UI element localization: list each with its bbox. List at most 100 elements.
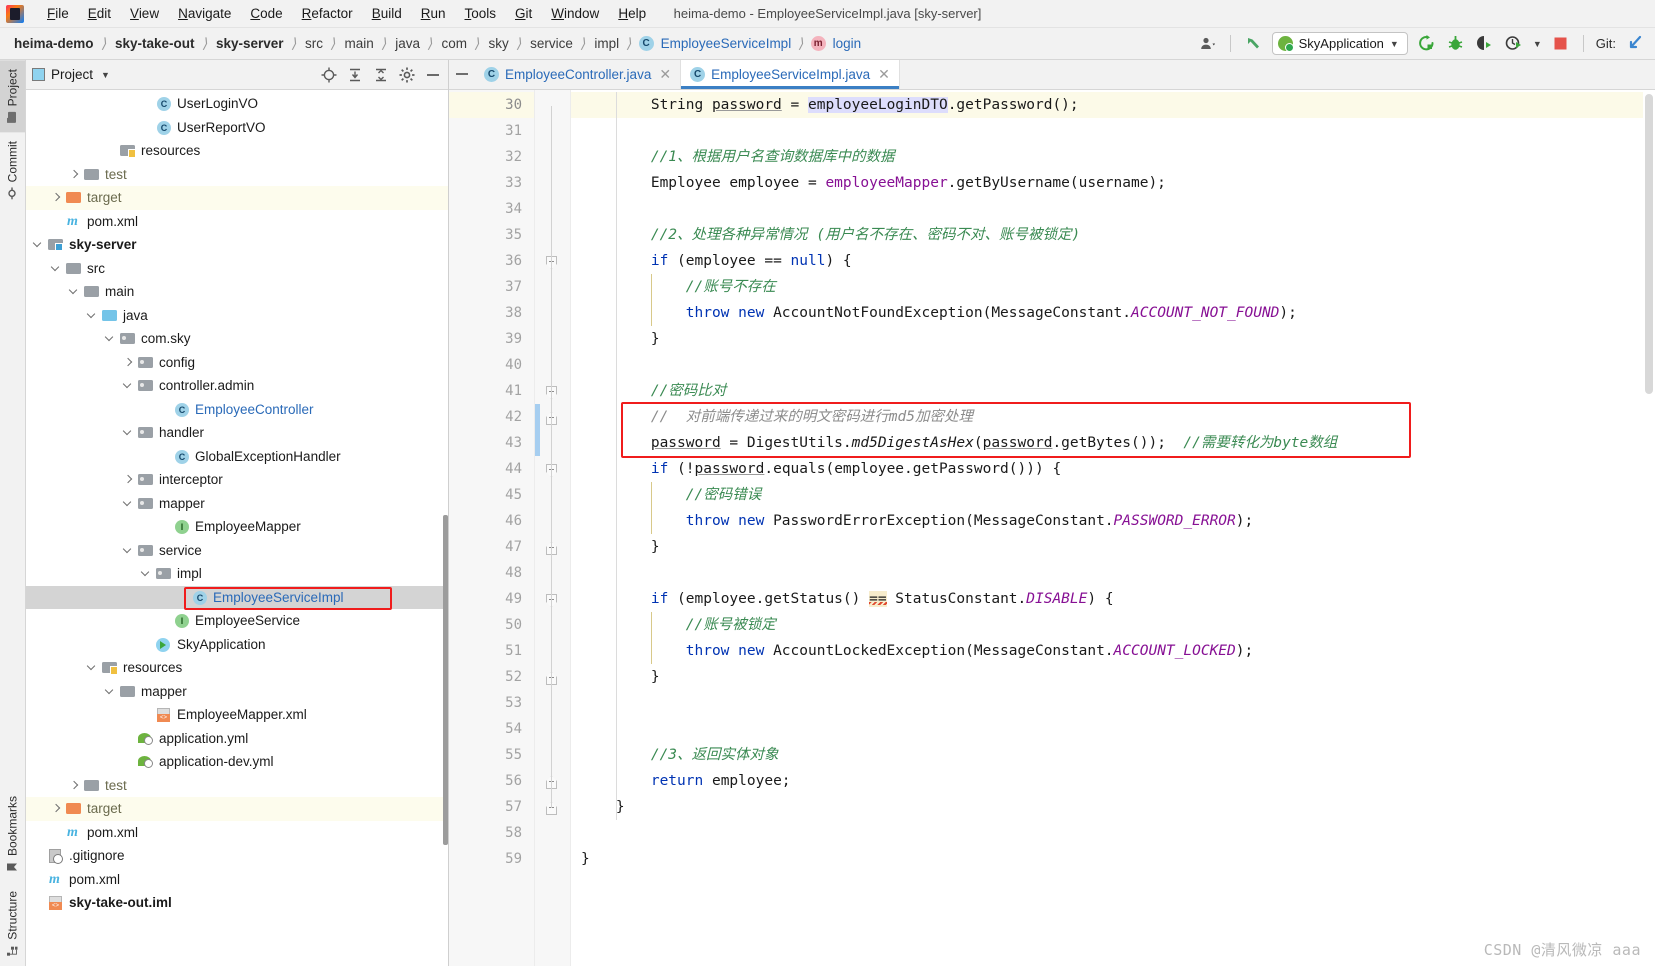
- close-icon[interactable]: ✕: [878, 66, 890, 83]
- scrollbar-thumb[interactable]: [1645, 94, 1653, 394]
- breadcrumb-item-main[interactable]: main: [343, 35, 376, 52]
- fold-row[interactable]: [535, 586, 570, 612]
- fold-row[interactable]: [535, 274, 570, 300]
- fold-row[interactable]: [535, 742, 570, 768]
- fold-row[interactable]: [535, 846, 570, 872]
- chevron-down-icon[interactable]: [50, 262, 63, 275]
- breadcrumb-item-java[interactable]: java: [393, 35, 422, 52]
- menu-bar[interactable]: File Edit View Navigate Code Refactor Bu…: [38, 3, 655, 24]
- menu-window[interactable]: Window: [542, 3, 608, 24]
- menu-git[interactable]: Git: [506, 3, 541, 24]
- tree-item-employeeservice[interactable]: I EmployeeService: [26, 609, 448, 633]
- git-update-icon[interactable]: [1625, 34, 1645, 54]
- tree-item-pom-xml[interactable]: m pom.xml: [26, 821, 448, 845]
- fold-row[interactable]: [535, 794, 570, 820]
- breadcrumb-item-heima-demo[interactable]: heima-demo: [12, 35, 96, 52]
- menu-tools[interactable]: Tools: [456, 3, 506, 24]
- chevron-down-icon[interactable]: [104, 332, 117, 345]
- code-line[interactable]: throw new AccountLockedException(Message…: [571, 638, 1655, 664]
- tree-item-handler[interactable]: handler: [26, 421, 448, 445]
- chevron-down-icon[interactable]: [122, 426, 135, 439]
- hide-tabs-icon[interactable]: [449, 60, 475, 89]
- chevron-down-icon[interactable]: [122, 497, 135, 510]
- breadcrumb-item-sky-take-out[interactable]: sky-take-out: [113, 35, 197, 52]
- back-arrow-icon[interactable]: [1243, 34, 1263, 54]
- user-account-icon[interactable]: [1198, 34, 1218, 54]
- tree-item-employeemapper-xml[interactable]: EmployeeMapper.xml: [26, 703, 448, 727]
- tree-item-mapper[interactable]: mapper: [26, 680, 448, 704]
- code-line[interactable]: throw new PasswordErrorException(Message…: [571, 508, 1655, 534]
- tree-item-java[interactable]: java: [26, 304, 448, 328]
- project-tree[interactable]: C UserLoginVO C UserReportVO resources test ta…: [26, 90, 448, 966]
- chevron-right-icon[interactable]: [68, 168, 81, 181]
- fold-row[interactable]: [535, 144, 570, 170]
- chevron-right-icon[interactable]: [122, 473, 135, 486]
- breadcrumb-item-impl[interactable]: impl: [592, 35, 621, 52]
- fold-row[interactable]: [535, 456, 570, 482]
- fold-row[interactable]: [535, 196, 570, 222]
- fold-row[interactable]: [535, 92, 570, 118]
- breadcrumb-item-com[interactable]: com: [439, 35, 469, 52]
- code-line[interactable]: }: [571, 664, 1655, 690]
- fold-row[interactable]: [535, 430, 570, 456]
- menu-build[interactable]: Build: [363, 3, 411, 24]
- breadcrumb-item-employeeserviceimpl[interactable]: EmployeeServiceImpl: [659, 35, 794, 52]
- tree-item-service[interactable]: service: [26, 539, 448, 563]
- code-line[interactable]: [571, 352, 1655, 378]
- chevron-down-icon[interactable]: [86, 309, 99, 322]
- editor-scrollbar[interactable]: [1643, 90, 1655, 966]
- code-line[interactable]: [571, 716, 1655, 742]
- tree-item-src[interactable]: src: [26, 257, 448, 281]
- code-line[interactable]: }: [571, 326, 1655, 352]
- tree-item-target[interactable]: target: [26, 797, 448, 821]
- fold-row[interactable]: [535, 690, 570, 716]
- code-line[interactable]: //密码比对: [571, 378, 1655, 404]
- locate-icon[interactable]: [320, 66, 338, 84]
- fold-row[interactable]: [535, 716, 570, 742]
- code-line[interactable]: throw new AccountNotFoundException(Messa…: [571, 300, 1655, 326]
- tree-item-sky-take-out-iml[interactable]: sky-take-out.iml: [26, 891, 448, 915]
- chevron-down-icon[interactable]: [32, 238, 45, 251]
- hide-panel-icon[interactable]: [424, 66, 442, 84]
- code-line[interactable]: Employee employee = employeeMapper.getBy…: [571, 170, 1655, 196]
- tree-item-skyapplication[interactable]: SkyApplication: [26, 633, 448, 657]
- code-line[interactable]: String password = employeeLoginDTO.getPa…: [571, 92, 1655, 118]
- fold-row[interactable]: [535, 612, 570, 638]
- menu-navigate[interactable]: Navigate: [169, 3, 240, 24]
- code-line[interactable]: // 对前端传递过来的明文密码进行md5加密处理: [571, 404, 1655, 430]
- code-line[interactable]: //1、根据用户名查询数据库中的数据: [571, 144, 1655, 170]
- chevron-down-icon[interactable]: ▼: [1533, 39, 1542, 49]
- code-line[interactable]: if (employee.getStatus() == StatusConsta…: [571, 586, 1655, 612]
- menu-file[interactable]: File: [38, 3, 78, 24]
- code-line[interactable]: if (employee == null) {: [571, 248, 1655, 274]
- fold-row[interactable]: [535, 378, 570, 404]
- run-with-coverage-icon[interactable]: [1475, 34, 1495, 54]
- code-line[interactable]: //密码错误: [571, 482, 1655, 508]
- tree-item-mapper[interactable]: mapper: [26, 492, 448, 516]
- chevron-down-icon[interactable]: ▼: [101, 70, 110, 80]
- stop-icon[interactable]: [1551, 34, 1571, 54]
- breadcrumb-item-service[interactable]: service: [528, 35, 575, 52]
- tree-item-resources[interactable]: resources: [26, 656, 448, 680]
- chevron-down-icon[interactable]: [140, 567, 153, 580]
- tree-item-globalexceptionhandler[interactable]: C GlobalExceptionHandler: [26, 445, 448, 469]
- tree-item-test[interactable]: test: [26, 163, 448, 187]
- fold-row[interactable]: [535, 534, 570, 560]
- code-line[interactable]: //3、返回实体对象: [571, 742, 1655, 768]
- tree-item-controller-admin[interactable]: controller.admin: [26, 374, 448, 398]
- expand-all-icon[interactable]: [346, 66, 364, 84]
- profiler-icon[interactable]: [1504, 34, 1524, 54]
- tree-item-interceptor[interactable]: interceptor: [26, 468, 448, 492]
- menu-code[interactable]: Code: [241, 3, 291, 24]
- menu-refactor[interactable]: Refactor: [293, 3, 362, 24]
- tree-item-employeecontroller[interactable]: C EmployeeController: [26, 398, 448, 422]
- breadcrumb-item-login[interactable]: login: [831, 35, 864, 52]
- tree-item-pom-xml[interactable]: m pom.xml: [26, 210, 448, 234]
- code-line[interactable]: return employee;: [571, 768, 1655, 794]
- breadcrumb[interactable]: heima-demo ⟩ sky-take-out ⟩ sky-server ⟩…: [12, 35, 863, 52]
- fold-row[interactable]: [535, 768, 570, 794]
- fold-row[interactable]: [535, 560, 570, 586]
- fold-row[interactable]: [535, 248, 570, 274]
- fold-row[interactable]: [535, 300, 570, 326]
- tree-item-employeeserviceimpl[interactable]: C EmployeeServiceImpl: [26, 585, 448, 609]
